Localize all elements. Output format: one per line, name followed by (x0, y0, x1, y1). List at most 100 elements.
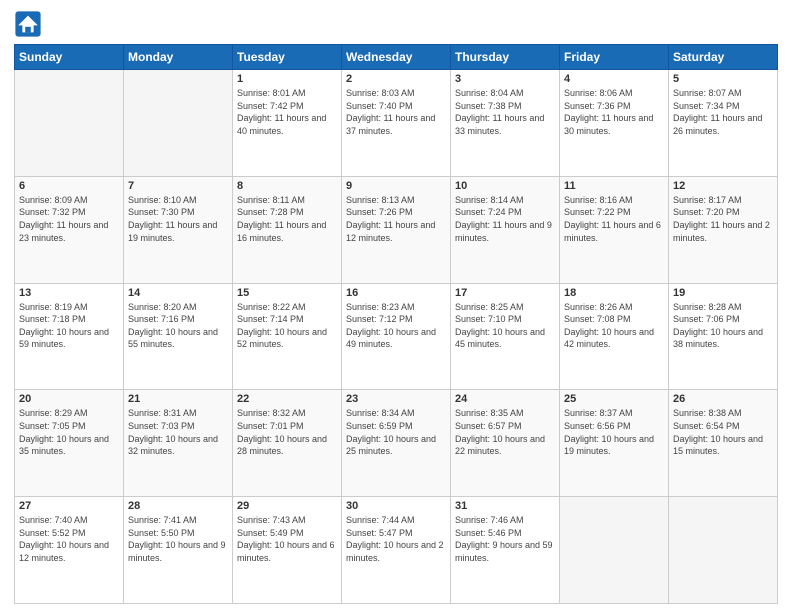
day-info: Sunrise: 8:14 AM Sunset: 7:24 PM Dayligh… (455, 194, 555, 244)
calendar-cell: 8 Sunrise: 8:11 AM Sunset: 7:28 PM Daylig… (233, 176, 342, 283)
day-number: 12 (673, 180, 773, 192)
weekday-header-sunday: Sunday (15, 45, 124, 70)
day-number: 19 (673, 287, 773, 299)
day-number: 1 (237, 73, 337, 85)
calendar-cell: 22Sunrise: 8:32 AM Sunset: 7:01 PM Dayli… (233, 390, 342, 497)
calendar-cell: 17 Sunrise: 8:25 AM Sunset: 7:10 PM Dayli… (451, 283, 560, 390)
calendar-cell: 9 Sunrise: 8:13 AM Sunset: 7:26 PM Daylig… (342, 176, 451, 283)
day-number: 17 (455, 287, 555, 299)
calendar-cell: 3 Sunrise: 8:04 AM Sunset: 7:38 PM Daylig… (451, 70, 560, 177)
calendar-cell: 31Sunrise: 7:46 AM Sunset: 5:46 PM Dayli… (451, 497, 560, 604)
day-number: 4 (564, 73, 664, 85)
day-number: 6 (19, 180, 119, 192)
day-number: 8 (237, 180, 337, 192)
day-info: Sunrise: 8:23 AM Sunset: 7:12 PM Dayligh… (346, 301, 446, 351)
calendar-cell: 2 Sunrise: 8:03 AM Sunset: 7:40 PM Daylig… (342, 70, 451, 177)
day-info: Sunrise: 8:13 AM Sunset: 7:26 PM Dayligh… (346, 194, 446, 244)
calendar-body: 1 Sunrise: 8:01 AM Sunset: 7:42 PM Daylig… (15, 70, 778, 604)
day-number: 21 (128, 393, 228, 405)
day-info: Sunrise: 8:22 AM Sunset: 7:14 PM Dayligh… (237, 301, 337, 351)
day-number: 23 (346, 393, 446, 405)
calendar-cell: 7 Sunrise: 8:10 AM Sunset: 7:30 PM Daylig… (124, 176, 233, 283)
calendar-cell: 23 Sunrise: 8:34 AM Sunset: 6:59 PM Dayli… (342, 390, 451, 497)
calendar-week-row: 6 Sunrise: 8:09 AM Sunset: 7:32 PM Daylig… (15, 176, 778, 283)
calendar-week-row: 13Sunrise: 8:19 AM Sunset: 7:18 PM Dayli… (15, 283, 778, 390)
weekday-header-thursday: Thursday (451, 45, 560, 70)
day-info: Sunrise: 8:28 AM Sunset: 7:06 PM Dayligh… (673, 301, 773, 351)
top-bar (14, 10, 778, 38)
calendar-cell: 27Sunrise: 7:40 AM Sunset: 5:52 PM Dayli… (15, 497, 124, 604)
day-info: Sunrise: 8:04 AM Sunset: 7:38 PM Dayligh… (455, 87, 555, 137)
day-number: 9 (346, 180, 446, 192)
day-info: Sunrise: 8:26 AM Sunset: 7:08 PM Dayligh… (564, 301, 664, 351)
calendar-cell: 12 Sunrise: 8:17 AM Sunset: 7:20 PM Dayli… (669, 176, 778, 283)
day-info: Sunrise: 8:38 AM Sunset: 6:54 PM Dayligh… (673, 407, 773, 457)
calendar-cell: 16 Sunrise: 8:23 AM Sunset: 7:12 PM Dayli… (342, 283, 451, 390)
day-info: Sunrise: 8:03 AM Sunset: 7:40 PM Dayligh… (346, 87, 446, 137)
logo-icon (14, 10, 42, 38)
day-number: 16 (346, 287, 446, 299)
day-info: Sunrise: 7:44 AM Sunset: 5:47 PM Dayligh… (346, 514, 446, 564)
calendar-cell: 13Sunrise: 8:19 AM Sunset: 7:18 PM Dayli… (15, 283, 124, 390)
calendar-cell: 6 Sunrise: 8:09 AM Sunset: 7:32 PM Daylig… (15, 176, 124, 283)
page: SundayMondayTuesdayWednesdayThursdayFrid… (0, 0, 792, 612)
calendar-header: SundayMondayTuesdayWednesdayThursdayFrid… (15, 45, 778, 70)
day-info: Sunrise: 8:29 AM Sunset: 7:05 PM Dayligh… (19, 407, 119, 457)
day-info: Sunrise: 8:16 AM Sunset: 7:22 PM Dayligh… (564, 194, 664, 244)
day-info: Sunrise: 8:17 AM Sunset: 7:20 PM Dayligh… (673, 194, 773, 244)
calendar-cell: 15 Sunrise: 8:22 AM Sunset: 7:14 PM Dayli… (233, 283, 342, 390)
calendar-cell: 18 Sunrise: 8:26 AM Sunset: 7:08 PM Dayli… (560, 283, 669, 390)
day-number: 30 (346, 500, 446, 512)
day-number: 18 (564, 287, 664, 299)
calendar-cell (15, 70, 124, 177)
day-info: Sunrise: 7:43 AM Sunset: 5:49 PM Dayligh… (237, 514, 337, 564)
calendar-cell: 4 Sunrise: 8:06 AM Sunset: 7:36 PM Daylig… (560, 70, 669, 177)
day-info: Sunrise: 8:34 AM Sunset: 6:59 PM Dayligh… (346, 407, 446, 457)
day-number: 11 (564, 180, 664, 192)
calendar-cell: 20Sunrise: 8:29 AM Sunset: 7:05 PM Dayli… (15, 390, 124, 497)
calendar-cell: 24 Sunrise: 8:35 AM Sunset: 6:57 PM Dayli… (451, 390, 560, 497)
calendar-cell: 1 Sunrise: 8:01 AM Sunset: 7:42 PM Daylig… (233, 70, 342, 177)
weekday-header-monday: Monday (124, 45, 233, 70)
calendar-week-row: 20Sunrise: 8:29 AM Sunset: 7:05 PM Dayli… (15, 390, 778, 497)
calendar-week-row: 27Sunrise: 7:40 AM Sunset: 5:52 PM Dayli… (15, 497, 778, 604)
day-number: 3 (455, 73, 555, 85)
weekday-header-friday: Friday (560, 45, 669, 70)
day-number: 31 (455, 500, 555, 512)
day-number: 29 (237, 500, 337, 512)
day-number: 27 (19, 500, 119, 512)
calendar-cell: 19 Sunrise: 8:28 AM Sunset: 7:06 PM Dayli… (669, 283, 778, 390)
day-info: Sunrise: 8:25 AM Sunset: 7:10 PM Dayligh… (455, 301, 555, 351)
day-info: Sunrise: 8:31 AM Sunset: 7:03 PM Dayligh… (128, 407, 228, 457)
day-info: Sunrise: 7:41 AM Sunset: 5:50 PM Dayligh… (128, 514, 228, 564)
day-info: Sunrise: 8:11 AM Sunset: 7:28 PM Dayligh… (237, 194, 337, 244)
day-info: Sunrise: 8:32 AM Sunset: 7:01 PM Dayligh… (237, 407, 337, 457)
day-number: 24 (455, 393, 555, 405)
day-info: Sunrise: 8:10 AM Sunset: 7:30 PM Dayligh… (128, 194, 228, 244)
calendar-week-row: 1 Sunrise: 8:01 AM Sunset: 7:42 PM Daylig… (15, 70, 778, 177)
day-info: Sunrise: 8:06 AM Sunset: 7:36 PM Dayligh… (564, 87, 664, 137)
calendar-cell (669, 497, 778, 604)
weekday-header-saturday: Saturday (669, 45, 778, 70)
calendar-cell: 5 Sunrise: 8:07 AM Sunset: 7:34 PM Daylig… (669, 70, 778, 177)
weekday-header-wednesday: Wednesday (342, 45, 451, 70)
day-number: 7 (128, 180, 228, 192)
calendar-cell (560, 497, 669, 604)
day-number: 25 (564, 393, 664, 405)
calendar-cell: 25 Sunrise: 8:37 AM Sunset: 6:56 PM Dayli… (560, 390, 669, 497)
day-number: 2 (346, 73, 446, 85)
day-info: Sunrise: 8:01 AM Sunset: 7:42 PM Dayligh… (237, 87, 337, 137)
calendar-cell: 14Sunrise: 8:20 AM Sunset: 7:16 PM Dayli… (124, 283, 233, 390)
day-info: Sunrise: 8:07 AM Sunset: 7:34 PM Dayligh… (673, 87, 773, 137)
day-info: Sunrise: 8:35 AM Sunset: 6:57 PM Dayligh… (455, 407, 555, 457)
day-number: 10 (455, 180, 555, 192)
day-number: 5 (673, 73, 773, 85)
calendar-cell (124, 70, 233, 177)
weekday-header-tuesday: Tuesday (233, 45, 342, 70)
day-number: 15 (237, 287, 337, 299)
calendar-cell: 30 Sunrise: 7:44 AM Sunset: 5:47 PM Dayli… (342, 497, 451, 604)
day-info: Sunrise: 8:09 AM Sunset: 7:32 PM Dayligh… (19, 194, 119, 244)
day-number: 26 (673, 393, 773, 405)
day-info: Sunrise: 8:37 AM Sunset: 6:56 PM Dayligh… (564, 407, 664, 457)
calendar-cell: 11 Sunrise: 8:16 AM Sunset: 7:22 PM Dayli… (560, 176, 669, 283)
